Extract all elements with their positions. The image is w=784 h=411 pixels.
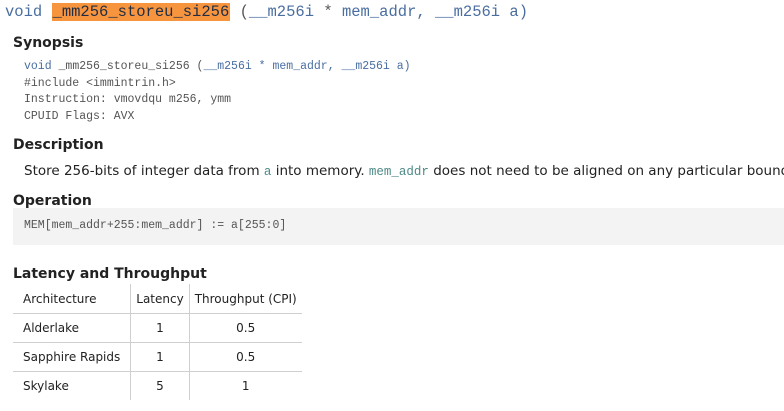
latency-heading: Latency and Throughput bbox=[13, 266, 207, 282]
function-name: _mm256_storeu_si256 bbox=[51, 3, 231, 21]
pointer-star: * bbox=[323, 3, 333, 21]
table-row: Sapphire Rapids 1 0.5 bbox=[13, 342, 302, 372]
param2-name: a) bbox=[509, 3, 529, 21]
description-text: Store 256-bits of integer data from a in… bbox=[24, 162, 784, 181]
intrinsic-signature: void _mm256_storeu_si256 (__m256i * mem_… bbox=[5, 2, 528, 22]
synopsis-cpuid: CPUID Flags: AVX bbox=[24, 109, 135, 123]
description-code-mem-addr: mem_addr bbox=[368, 165, 429, 179]
synopsis-param1-name: mem_addr, bbox=[272, 60, 335, 73]
header-architecture: Architecture bbox=[13, 284, 132, 314]
operation-code-box: MEM[mem_addr+255:mem_addr] := a[255:0] bbox=[13, 208, 784, 245]
cell-latency: 5 bbox=[130, 371, 190, 400]
param1-type: __m256i bbox=[248, 3, 315, 21]
cell-latency: 1 bbox=[130, 313, 190, 343]
operation-code: MEM[mem_addr+255:mem_addr] := a[255:0] bbox=[24, 219, 287, 232]
synopsis-instruction: Instruction: vmovdqu m256, ymm bbox=[24, 93, 232, 106]
description-part3: does not need to be aligned on any parti… bbox=[428, 163, 784, 179]
synopsis-code: void _mm256_storeu_si256 (__m256i * mem_… bbox=[24, 59, 411, 125]
description-heading: Description bbox=[13, 137, 104, 153]
header-latency: Latency bbox=[130, 284, 190, 314]
latency-table: Architecture Latency Throughput (CPI) Al… bbox=[13, 284, 302, 400]
param1-name: mem_addr, bbox=[341, 3, 426, 21]
synopsis-heading: Synopsis bbox=[13, 35, 84, 51]
cell-architecture: Skylake bbox=[13, 371, 132, 400]
synopsis-param2-type: __m256i bbox=[341, 60, 390, 73]
return-type: void bbox=[5, 3, 43, 21]
param2-type: __m256i bbox=[434, 3, 501, 21]
header-throughput: Throughput (CPI) bbox=[189, 284, 302, 314]
table-row: Skylake 5 1 bbox=[13, 371, 302, 400]
cell-architecture: Alderlake bbox=[13, 313, 132, 343]
synopsis-func-name: _mm256_storeu_si256 bbox=[58, 60, 190, 73]
cell-latency: 1 bbox=[130, 342, 190, 372]
table-row: Alderlake 1 0.5 bbox=[13, 313, 302, 343]
cell-throughput: 0.5 bbox=[189, 313, 302, 343]
synopsis-return-type: void bbox=[24, 60, 52, 73]
synopsis-param2-name: a) bbox=[396, 60, 411, 73]
cell-throughput: 1 bbox=[241, 379, 250, 393]
description-part1: Store 256-bits of integer data from bbox=[24, 163, 264, 179]
synopsis-param1-type: __m256i bbox=[203, 60, 252, 73]
cell-architecture: Sapphire Rapids bbox=[13, 342, 132, 372]
cell-throughput: 0.5 bbox=[189, 342, 302, 372]
description-part2: into memory. bbox=[271, 163, 369, 179]
synopsis-pointer-star: * bbox=[258, 60, 266, 73]
latency-table-header-row: Architecture Latency Throughput (CPI) bbox=[13, 284, 302, 314]
synopsis-line-prototype: void _mm256_storeu_si256 (__m256i * mem_… bbox=[24, 60, 411, 73]
open-paren: ( bbox=[239, 3, 249, 21]
synopsis-include: #include <immintrin.h> bbox=[24, 76, 176, 90]
